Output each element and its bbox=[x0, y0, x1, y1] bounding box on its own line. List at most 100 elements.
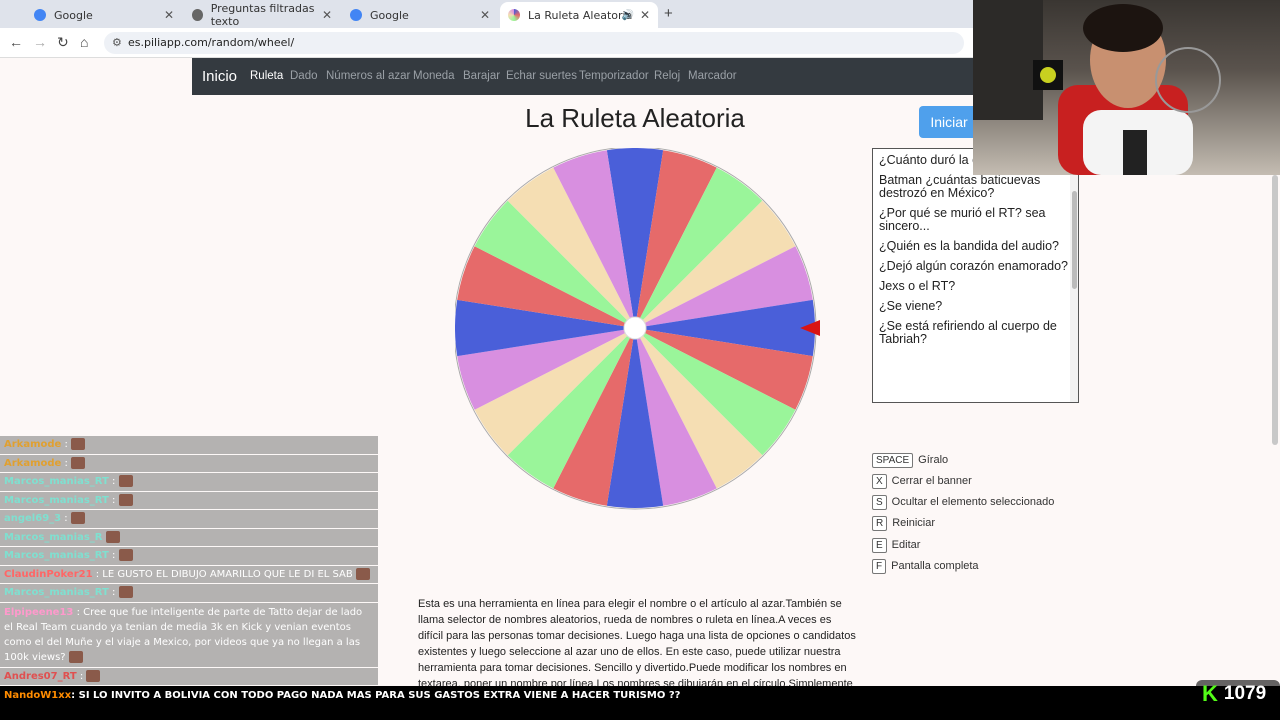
key-badge: SPACE bbox=[872, 452, 914, 468]
browser-tab-4[interactable]: La Ruleta Aleatoria 🔊 ✕ bbox=[500, 2, 658, 28]
tab-label: Google bbox=[54, 8, 93, 22]
emote-icon bbox=[71, 438, 86, 450]
globe-favicon-icon bbox=[192, 9, 203, 21]
shortcut-label: Gíralo bbox=[918, 454, 949, 466]
close-icon[interactable]: ✕ bbox=[164, 8, 174, 22]
nav-item-marcador[interactable]: Marcador bbox=[688, 70, 737, 82]
chat-message: Elpipeene13 : Cree que fue inteligente d… bbox=[0, 602, 378, 667]
nav-item-echar-suertes[interactable]: Echar suertes bbox=[506, 70, 577, 82]
shortcut-label: Reiniciar bbox=[892, 517, 936, 529]
emote-icon bbox=[118, 475, 133, 487]
chat-username[interactable]: angel69_3 bbox=[4, 513, 61, 524]
speaker-icon[interactable]: 🔊 bbox=[622, 10, 634, 21]
shortcut-f: F Pantalla completa bbox=[872, 558, 979, 574]
page-scrollbar[interactable] bbox=[1272, 175, 1278, 445]
forward-icon[interactable]: → bbox=[33, 34, 47, 50]
chat-username[interactable]: Marcos_manias_RT bbox=[4, 587, 109, 598]
shortcut-label: Pantalla completa bbox=[891, 560, 979, 572]
nav-item-barajar[interactable]: Barajar bbox=[463, 70, 500, 82]
shortcut-space: SPACE Gíralo bbox=[872, 452, 948, 468]
name-line: ¿Quién es la bandida del audio? bbox=[879, 239, 1059, 253]
emote-icon bbox=[355, 567, 370, 580]
chat-text: : bbox=[76, 670, 87, 682]
google-favicon-icon bbox=[34, 9, 46, 21]
browser-tab-2[interactable]: Preguntas filtradas texto ✕ bbox=[184, 2, 340, 28]
chat-username[interactable]: Marcos_manias_RT bbox=[4, 495, 109, 506]
start-button[interactable]: Iniciar bbox=[919, 106, 979, 138]
chat-username[interactable]: ClaudinPoker21 bbox=[4, 569, 93, 580]
chat-text: : bbox=[108, 494, 119, 506]
ticker-user: NandoW1xx bbox=[4, 690, 72, 701]
emote-icon bbox=[86, 669, 101, 682]
url-field[interactable]: ⚙ es.piliapp.com/random/wheel/ bbox=[104, 32, 964, 54]
close-icon[interactable]: ✕ bbox=[480, 8, 490, 22]
google-favicon-icon bbox=[350, 9, 362, 21]
emote-icon bbox=[118, 549, 133, 561]
new-tab-icon[interactable]: + bbox=[664, 5, 673, 22]
chat-username[interactable]: Arkamode bbox=[4, 458, 61, 469]
nav-brand[interactable]: Inicio bbox=[202, 68, 237, 85]
browser-tab-3[interactable]: Google ✕ bbox=[342, 4, 498, 26]
name-line: ¿Se viene? bbox=[879, 299, 943, 313]
nav-item-reloj[interactable]: Reloj bbox=[654, 70, 680, 82]
nav-item-temporizador[interactable]: Temporizador bbox=[579, 70, 649, 82]
textarea-scrollbar[interactable] bbox=[1070, 149, 1078, 402]
spinning-wheel[interactable] bbox=[455, 148, 825, 518]
nav-item-dado[interactable]: Dado bbox=[290, 70, 318, 82]
shortcut-x: X Cerrar el banner bbox=[872, 473, 972, 489]
nav-item-numeros[interactable]: Números al azar bbox=[326, 70, 410, 82]
browser-tab-1[interactable]: Google ✕ bbox=[26, 4, 182, 26]
reload-icon[interactable]: ↻ bbox=[57, 34, 69, 51]
streamer-image bbox=[973, 0, 1221, 175]
scroll-thumb[interactable] bbox=[1072, 191, 1077, 289]
chat-text: : LE GUSTO EL DIBUJO AMARILLO QUE LE DI … bbox=[92, 568, 356, 580]
key-badge: F bbox=[872, 558, 887, 574]
name-line: ¿Se está refiriendo al cuerpo de Tabriah… bbox=[879, 319, 1057, 346]
chat-message: Marcos_manias_R bbox=[0, 528, 378, 546]
kick-logo-icon: K bbox=[1202, 681, 1218, 706]
chat-username[interactable]: Andres07_RT bbox=[4, 671, 77, 682]
webcam-overlay bbox=[973, 0, 1280, 175]
chat-message: ClaudinPoker21 : LE GUSTO EL DIBUJO AMAR… bbox=[0, 565, 378, 583]
emote-icon bbox=[118, 586, 133, 598]
emote-icon bbox=[68, 650, 83, 663]
nav-item-moneda[interactable]: Moneda bbox=[413, 70, 455, 82]
tab-label: Google bbox=[370, 8, 409, 22]
chat-message: Marcos_manias_RT : bbox=[0, 584, 378, 602]
chat-username[interactable]: Elpipeene13 bbox=[4, 607, 73, 618]
page-title: La Ruleta Aleatoria bbox=[525, 103, 745, 133]
chat-username[interactable]: Marcos_manias_RT bbox=[4, 476, 109, 487]
name-line: Jexs o el RT? bbox=[879, 279, 956, 293]
shortcut-label: Ocultar el elemento seleccionado bbox=[891, 496, 1055, 508]
home-icon[interactable]: ⌂ bbox=[80, 34, 88, 50]
stream-chat: Arkamode : Arkamode : Marcos_manias_RT :… bbox=[0, 436, 378, 705]
key-badge: E bbox=[872, 537, 887, 553]
viewer-count-badge: K 1079 bbox=[1196, 680, 1280, 708]
chat-text: : bbox=[61, 457, 72, 469]
chat-message: Marcos_manias_RT : bbox=[0, 491, 378, 509]
chat-username[interactable]: Arkamode bbox=[4, 439, 61, 450]
site-info-icon[interactable]: ⚙ bbox=[112, 36, 122, 49]
nav-item-ruleta[interactable]: Ruleta bbox=[250, 70, 283, 82]
ticker-text: : SI LO INVITO A BOLIVIA CON TODO PAGO N… bbox=[71, 690, 681, 701]
site-navbar: Inicio Ruleta Dado Números al azar Moned… bbox=[192, 58, 982, 95]
wheel-favicon-icon bbox=[508, 9, 520, 21]
chat-message: Andres07_RT : bbox=[0, 667, 378, 685]
chat-username[interactable]: Marcos_manias_RT bbox=[4, 550, 109, 561]
names-textarea[interactable]: ¿Cuánto duró la c... 100 años? Batman ¿c… bbox=[872, 148, 1079, 403]
emote-icon bbox=[70, 512, 85, 524]
chat-message: Marcos_manias_RT : bbox=[0, 473, 378, 491]
back-icon[interactable]: ← bbox=[9, 34, 23, 50]
shortcut-r: R Reiniciar bbox=[872, 515, 935, 531]
close-icon[interactable]: ✕ bbox=[322, 8, 332, 22]
shortcut-e: E Editar bbox=[872, 537, 920, 553]
chat-username[interactable]: Marcos_manias_R bbox=[4, 532, 103, 543]
highlighted-message: NandoW1xx: SI LO INVITO A BOLIVIA CON TO… bbox=[0, 686, 1280, 720]
key-badge: X bbox=[872, 473, 887, 489]
close-icon[interactable]: ✕ bbox=[640, 8, 650, 22]
chat-text: : bbox=[108, 476, 119, 487]
chat-text: : bbox=[108, 587, 119, 598]
shortcut-label: Cerrar el banner bbox=[891, 475, 972, 487]
chat-message: Marcos_manias_RT : bbox=[0, 547, 378, 565]
emote-icon bbox=[105, 530, 120, 543]
